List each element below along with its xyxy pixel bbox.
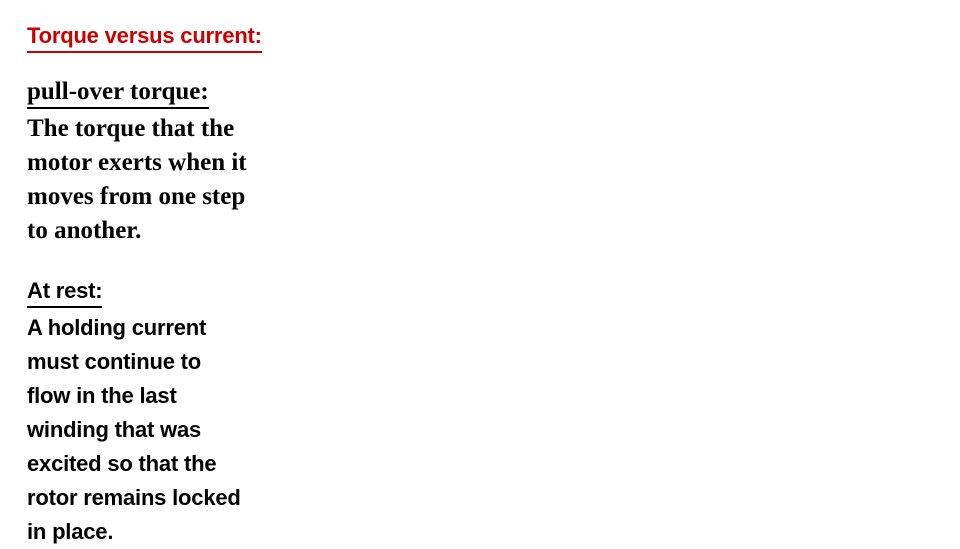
section-pull-over-torque: pull-over torque: The torque that the mo… xyxy=(27,75,327,248)
body-line: in place. xyxy=(27,519,114,544)
section-heading-at-rest: At rest: xyxy=(27,276,103,308)
section-heading-row: pull-over torque: xyxy=(27,75,327,109)
body-line: must continue to xyxy=(27,349,202,374)
body-line: The torque that the xyxy=(27,115,235,142)
body-line: rotor remains locked xyxy=(27,485,241,510)
body-line: A holding current xyxy=(27,315,207,340)
body-line: to another. xyxy=(27,217,142,244)
body-line: motor exerts when it xyxy=(27,149,247,176)
slide-canvas: Torque versus current: pull-over torque:… xyxy=(0,0,960,544)
body-line: winding that was xyxy=(27,417,202,442)
body-line: moves from one step xyxy=(27,183,246,210)
body-line: flow in the last xyxy=(27,383,177,408)
section-heading-row: At rest: xyxy=(27,274,327,308)
section-heading-pull-over-torque: pull-over torque: xyxy=(27,77,209,109)
page-title: Torque versus current: xyxy=(27,22,327,53)
body-line: excited so that the xyxy=(27,451,217,476)
section-at-rest: At rest: A holding current must continue… xyxy=(27,274,327,549)
content-column: Torque versus current: pull-over torque:… xyxy=(27,22,327,549)
page-title-text: Torque versus current: xyxy=(27,22,262,53)
